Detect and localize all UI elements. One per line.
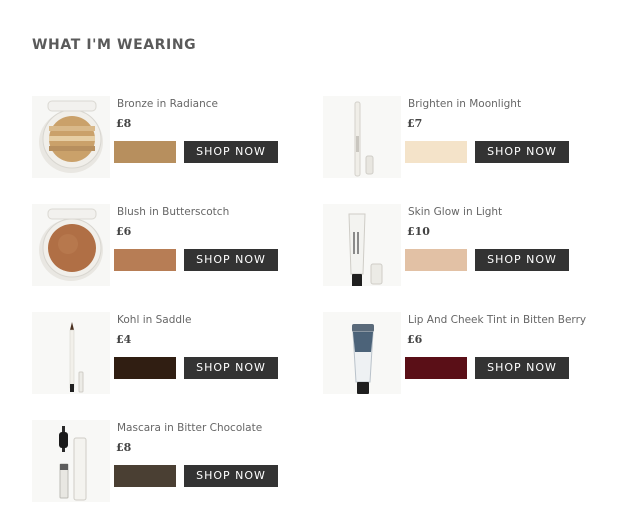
color-swatch [114, 465, 176, 487]
color-swatch [114, 249, 176, 271]
shop-now-button[interactable]: SHOP NOW [184, 357, 278, 379]
shop-now-button[interactable]: SHOP NOW [184, 465, 278, 487]
color-swatch [405, 249, 467, 271]
bronzer-compact-icon[interactable] [32, 96, 110, 178]
concealer-pen-icon[interactable] [323, 96, 401, 178]
product-price: £6 [116, 225, 132, 238]
product-card-kohl: Kohl in Saddle £4 SHOP NOW [32, 312, 322, 402]
product-card-blush: Blush in Butterscotch £6 SHOP NOW [32, 204, 322, 294]
product-card-bronze: Bronze in Radiance £8 SHOP NOW [32, 96, 322, 186]
product-price: £10 [407, 225, 430, 238]
blush-compact-icon[interactable] [32, 204, 110, 286]
color-swatch [405, 357, 467, 379]
shop-now-button[interactable]: SHOP NOW [475, 357, 569, 379]
product-price: £8 [116, 117, 132, 130]
product-card-brighten: Brighten in Moonlight £7 SHOP NOW [323, 96, 613, 186]
product-name[interactable]: Brighten in Moonlight [408, 98, 521, 110]
product-price: £4 [116, 333, 132, 346]
shop-now-button[interactable]: SHOP NOW [475, 141, 569, 163]
product-card-tint: Lip And Cheek Tint in Bitten Berry £6 SH… [323, 312, 613, 402]
product-card-mascara: Mascara in Bitter Chocolate £8 SHOP NOW [32, 420, 322, 510]
kohl-pencil-icon[interactable] [32, 312, 110, 394]
color-swatch [114, 357, 176, 379]
shop-now-button[interactable]: SHOP NOW [475, 249, 569, 271]
color-swatch [114, 141, 176, 163]
product-name[interactable]: Lip And Cheek Tint in Bitten Berry [408, 314, 586, 326]
tint-tube-icon[interactable] [323, 312, 401, 394]
section-heading: WHAT I'M WEARING [32, 37, 197, 53]
product-name[interactable]: Skin Glow in Light [408, 206, 502, 218]
product-price: £7 [407, 117, 423, 130]
shop-now-button[interactable]: SHOP NOW [184, 249, 278, 271]
mascara-icon[interactable] [32, 420, 110, 502]
shop-now-button[interactable]: SHOP NOW [184, 141, 278, 163]
product-name[interactable]: Kohl in Saddle [117, 314, 191, 326]
product-name[interactable]: Blush in Butterscotch [117, 206, 229, 218]
product-price: £8 [116, 441, 132, 454]
foundation-tube-icon[interactable] [323, 204, 401, 286]
product-price: £6 [407, 333, 423, 346]
product-name[interactable]: Mascara in Bitter Chocolate [117, 422, 262, 434]
product-name[interactable]: Bronze in Radiance [117, 98, 218, 110]
product-card-skin-glow: Skin Glow in Light £10 SHOP NOW [323, 204, 613, 294]
color-swatch [405, 141, 467, 163]
